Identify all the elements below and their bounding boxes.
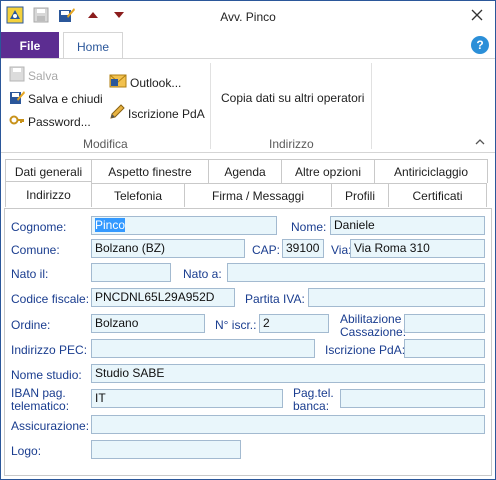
indirizzo-panel: Cognome: Pinco Nome: Daniele Comune: Bol… <box>4 208 492 476</box>
tab-row-1: Dati generali Aspetto finestre Agenda Al… <box>5 159 488 183</box>
iscrizione-pda-label: Iscrizione PdA <box>128 106 205 121</box>
iban-field[interactable]: IT <box>91 389 283 408</box>
ribbon: Salva Salva e chiudi Password... Outlook… <box>1 58 495 153</box>
cap-field[interactable]: 39100 <box>282 239 324 258</box>
via-label: Via: <box>331 243 352 257</box>
save-icon <box>9 66 25 85</box>
nato-a-field[interactable] <box>227 263 485 282</box>
help-icon[interactable]: ? <box>471 36 489 54</box>
tabstrip: Dati generali Aspetto finestre Agenda Al… <box>1 153 495 209</box>
group-separator <box>210 63 211 149</box>
nome-field[interactable]: Daniele <box>330 216 485 235</box>
title-bar: Avv. Pinco <box>1 1 495 32</box>
nato-il-label: Nato il: <box>11 267 49 281</box>
tab-aspetto-finestre[interactable]: Aspetto finestre <box>91 159 209 183</box>
iban-label-2: telematico: <box>11 399 70 413</box>
tab-certificati[interactable]: Certificati <box>388 183 487 207</box>
tab-agenda[interactable]: Agenda <box>208 159 282 183</box>
nome-label: Nome: <box>291 220 327 234</box>
tab-profili[interactable]: Profili <box>331 183 389 207</box>
cognome-label: Cognome: <box>11 220 67 234</box>
tab-dati-generali[interactable]: Dati generali <box>5 159 92 183</box>
nato-a-label: Nato a: <box>183 267 222 281</box>
via-field[interactable]: Via Roma 310 <box>350 239 485 258</box>
nome-studio-field[interactable]: Studio SABE <box>91 364 485 383</box>
group-separator <box>371 63 372 149</box>
tab-row-2: Indirizzo Telefonia Firma / Messaggi Pro… <box>5 181 487 207</box>
ordine-label: Ordine: <box>11 318 51 332</box>
logo-field[interactable] <box>91 440 241 459</box>
iscrizione-pda-field-label: Iscrizione PdA: <box>325 343 406 357</box>
comune-label: Comune: <box>11 243 60 257</box>
copia-dati-label: Copia dati su altri operatori <box>221 91 365 105</box>
assicurazione-field[interactable] <box>91 415 485 434</box>
comune-field[interactable]: Bolzano (BZ) <box>91 239 245 258</box>
outlook-label: Outlook... <box>130 75 182 90</box>
ordine-field[interactable]: Bolzano <box>91 314 205 333</box>
outlook-icon <box>109 72 127 93</box>
tab-altre-opzioni[interactable]: Altre opzioni <box>281 159 375 183</box>
close-icon[interactable] <box>465 4 489 26</box>
window-title: Avv. Pinco <box>220 10 276 24</box>
tab-indirizzo[interactable]: Indirizzo <box>5 181 92 207</box>
collapse-ribbon-icon[interactable] <box>475 137 485 149</box>
pag-tel-field[interactable] <box>340 389 485 408</box>
partita-iva-label: Partita IVA: <box>245 292 305 306</box>
assicurazione-label: Assicurazione: <box>11 419 90 433</box>
key-icon <box>9 112 25 131</box>
nome-studio-label: Nome studio: <box>11 368 82 382</box>
group-label-modifica: Modifica <box>83 137 128 151</box>
tab-telefonia[interactable]: Telefonia <box>91 183 185 207</box>
logo-label: Logo: <box>11 444 42 458</box>
save-close-icon <box>9 89 25 108</box>
password-button[interactable]: Password... <box>9 112 91 131</box>
salva-chiudi-button[interactable]: Salva e chiudi <box>9 89 103 108</box>
password-label: Password... <box>28 114 91 129</box>
partita-iva-field[interactable] <box>308 288 485 307</box>
ribbon-tabs: File Home ? <box>1 32 495 60</box>
salva-button[interactable]: Salva <box>9 66 58 85</box>
cognome-value: Pinco <box>95 218 126 232</box>
outlook-button[interactable]: Outlook... <box>109 72 181 93</box>
cap-label: CAP: <box>252 243 281 257</box>
tab-home[interactable]: Home <box>63 32 123 60</box>
tab-firma-messaggi[interactable]: Firma / Messaggi <box>184 183 332 207</box>
abilitazione-field[interactable] <box>404 314 485 333</box>
iscrizione-pda-field[interactable] <box>404 339 485 358</box>
n-iscr-field[interactable]: 2 <box>259 314 329 333</box>
pec-label: Indirizzo PEC: <box>11 343 88 357</box>
codice-fiscale-field[interactable]: PNCDNL65L29A952D <box>91 288 235 307</box>
tab-file[interactable]: File <box>1 32 59 59</box>
codice-fiscale-label: Codice fiscale: <box>11 292 90 306</box>
cognome-field[interactable]: Pinco <box>91 216 277 235</box>
copia-dati-button[interactable]: Copia dati su altri operatori <box>221 91 364 105</box>
pencil-icon <box>109 104 125 123</box>
salva-chiudi-label: Salva e chiudi <box>28 91 103 106</box>
salva-label: Salva <box>28 68 59 83</box>
app-window: Avv. Pinco File Home ? Salva Salva e chi… <box>0 0 496 480</box>
abilitazione-label-2: Cassazione: <box>340 325 407 339</box>
iscrizione-pda-button[interactable]: Iscrizione PdA <box>109 104 205 123</box>
nato-il-field[interactable] <box>91 263 171 282</box>
tab-antiriciclaggio[interactable]: Antiriciclaggio <box>374 159 488 183</box>
n-iscr-label: N° iscr.: <box>215 318 257 332</box>
group-label-indirizzo: Indirizzo <box>269 137 314 151</box>
pag-tel-label-2: banca: <box>293 399 330 413</box>
pec-field[interactable] <box>91 339 315 358</box>
